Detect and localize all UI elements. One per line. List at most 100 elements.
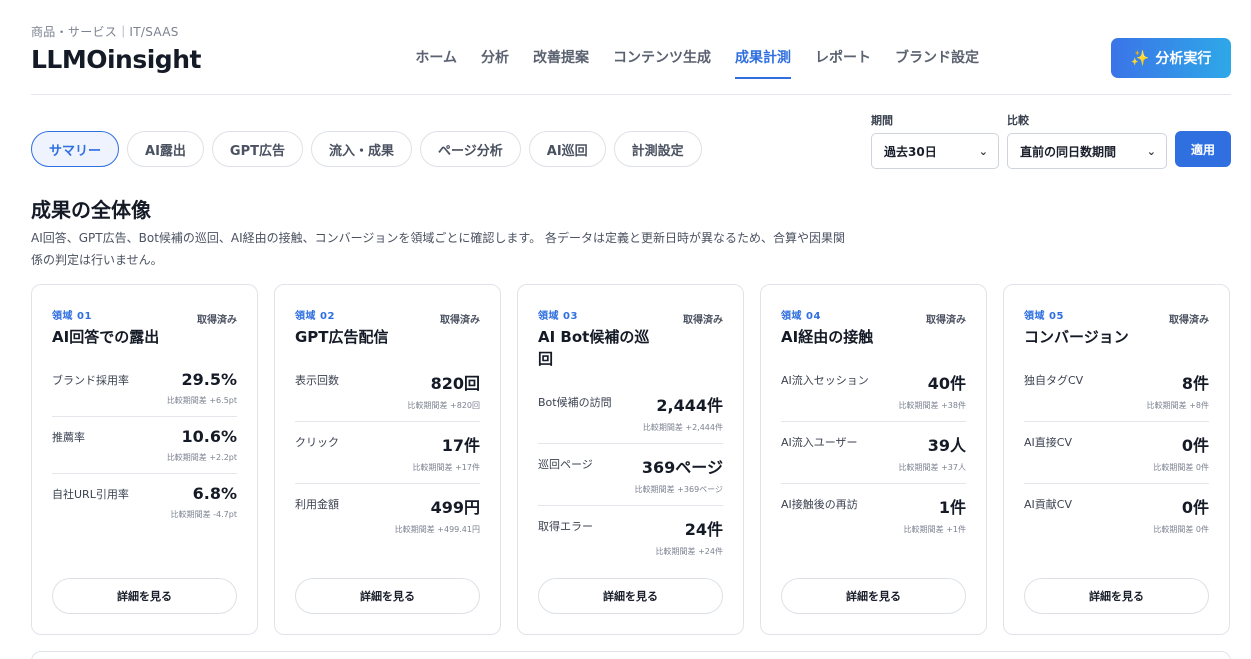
domain-card: 領域 01 AI回答での露出 取得済み ブランド採用率 29.5% 比較期間差 +… bbox=[31, 284, 258, 635]
section-description: AI回答、GPT広告、Bot候補の巡回、AI経由の接触、コンバージョンを領域ごと… bbox=[31, 231, 846, 267]
tab-page-analysis[interactable]: ページ分析 bbox=[420, 131, 521, 167]
brand-title: LLMOinsight bbox=[31, 45, 201, 74]
metric-row: AI流入セッション 40件比較期間差 +38件 bbox=[781, 360, 966, 422]
tab-ai-crawl[interactable]: AI巡回 bbox=[528, 131, 606, 167]
domain-card: 領域 04 AI経由の接触 取得済み AI流入セッション 40件比較期間差 +3… bbox=[760, 284, 987, 635]
status-badge: 取得済み bbox=[683, 315, 723, 326]
metric-value: 17件 bbox=[441, 436, 480, 455]
metric-value: 40件 bbox=[927, 374, 966, 393]
nav-report[interactable]: レポート bbox=[815, 47, 871, 79]
card-title: AI経由の接触 bbox=[781, 328, 874, 346]
nav-results-measurement[interactable]: 成果計測 bbox=[735, 47, 791, 79]
domain-card: 領域 03 AI Bot候補の巡回 取得済み Bot候補の訪問 2,444件 比較… bbox=[517, 284, 744, 635]
metric-delta: 比較期間差 0件 bbox=[1153, 525, 1209, 534]
apply-button[interactable]: 適用 bbox=[1175, 131, 1231, 167]
status-badge: 取得済み bbox=[926, 315, 966, 326]
metric-row: AI流入ユーザー 39人 比較期間差 +37人 bbox=[781, 422, 966, 484]
metric-name: AI接触後の再訪 bbox=[781, 498, 858, 511]
view-details-button[interactable]: 詳細を見る bbox=[781, 578, 966, 614]
metric-row: 利用金額 499円比較期間差 +499.41円 bbox=[295, 484, 480, 545]
main-nav: ホーム 分析 改善提案 コンテンツ生成 成果計測 レポート ブランド設定 bbox=[415, 47, 979, 79]
domain-number: 領域 04 bbox=[781, 311, 821, 322]
metric-name: クリック bbox=[295, 436, 339, 449]
metric-row: AI接触後の再訪 1件 比較期間差 +1件 bbox=[781, 484, 966, 545]
metric-value: 499円 bbox=[430, 498, 480, 517]
chevron-down-icon: ⌄ bbox=[1146, 144, 1156, 158]
metric-name: ブランド採用率 bbox=[52, 374, 129, 387]
metric-name: Bot候補の訪問 bbox=[538, 396, 612, 409]
metric-value: 6.8% bbox=[192, 484, 237, 503]
metric-name: 独自タグCV bbox=[1024, 374, 1084, 387]
nav-home[interactable]: ホーム bbox=[415, 47, 457, 79]
metric-name: 巡回ページ bbox=[538, 458, 593, 471]
tab-ai-exposure[interactable]: AI露出 bbox=[127, 131, 204, 167]
metric-value: 29.5% bbox=[181, 370, 237, 389]
status-badge: 取得済み bbox=[197, 315, 237, 326]
nav-improvement[interactable]: 改善提案 bbox=[533, 47, 589, 79]
compare-value: 直前の同日数期間 bbox=[1020, 144, 1117, 159]
metric-delta: 比較期間差 -4.7pt bbox=[170, 510, 237, 519]
run-analysis-button[interactable]: ✨ 分析実行 bbox=[1111, 38, 1231, 78]
metric-delta: 比較期間差 +24件 bbox=[655, 547, 723, 556]
section-title: 成果の全体像 bbox=[31, 198, 151, 222]
view-details-button[interactable]: 詳細を見る bbox=[295, 578, 480, 614]
metric-name: 利用金額 bbox=[295, 498, 339, 511]
app-header: 商品・サービス｜IT/SAAS LLMOinsight ホーム 分析 改善提案 … bbox=[31, 0, 1231, 95]
metric-delta: 比較期間差 +2,444件 bbox=[642, 423, 723, 432]
metric-value: 0件 bbox=[1181, 436, 1209, 455]
tab-traffic-results[interactable]: 流入・成果 bbox=[311, 131, 413, 167]
tab-summary[interactable]: サマリー bbox=[31, 131, 120, 167]
status-badge: 取得済み bbox=[440, 315, 480, 326]
category-label: 商品・サービス｜IT/SAAS bbox=[31, 25, 179, 39]
domain-card: 領域 05 コンバージョン 取得済み 独自タグCV 8件比較期間差 +8件 AI… bbox=[1003, 284, 1230, 635]
metric-row: Bot候補の訪問 2,444件 比較期間差 +2,444件 bbox=[538, 382, 723, 444]
card-title: AI Bot候補の巡回 bbox=[538, 328, 650, 368]
metric-delta: 比較期間差 +499.41円 bbox=[394, 525, 480, 534]
metric-name: 推薦率 bbox=[52, 431, 85, 444]
metric-name: AI流入ユーザー bbox=[781, 436, 858, 449]
status-badge: 取得済み bbox=[1169, 315, 1209, 326]
metric-row: 自社URL引用率 6.8% 比較期間差 -4.7pt bbox=[52, 474, 237, 530]
domain-card: 領域 02 GPT広告配信 取得済み 表示回数 820回 比較期間差 +820回 … bbox=[274, 284, 501, 635]
metric-row: ブランド採用率 29.5% 比較期間差 +6.5pt bbox=[52, 360, 237, 417]
compare-label: 比較 bbox=[1007, 114, 1029, 127]
metric-name: AI流入セッション bbox=[781, 374, 869, 387]
domain-number: 領域 05 bbox=[1024, 311, 1064, 322]
metric-value: 8件 bbox=[1181, 374, 1209, 393]
metric-delta: 比較期間差 +37人 bbox=[898, 463, 966, 472]
period-select[interactable]: 過去30日 ⌄ bbox=[871, 133, 999, 169]
metric-name: AI貢献CV bbox=[1024, 498, 1072, 511]
metric-name: 自社URL引用率 bbox=[52, 488, 129, 501]
view-details-button[interactable]: 詳細を見る bbox=[1024, 578, 1209, 614]
metric-row: 巡回ページ 369ページ 比較期間差 +369ページ bbox=[538, 444, 723, 506]
metric-delta: 比較期間差 +38件 bbox=[898, 401, 966, 410]
metric-row: AI貢献CV 0件 比較期間差 0件 bbox=[1024, 484, 1209, 545]
nav-brand-settings[interactable]: ブランド設定 bbox=[895, 47, 979, 79]
metric-delta: 比較期間差 +2.2pt bbox=[166, 453, 237, 462]
nav-analysis[interactable]: 分析 bbox=[481, 47, 509, 79]
card-title: AI回答での露出 bbox=[52, 328, 160, 346]
metric-value: 820回 bbox=[430, 374, 480, 393]
period-filter: 期間 過去30日 ⌄ bbox=[871, 112, 999, 169]
metric-value: 24件 bbox=[684, 520, 723, 539]
nav-content-generation[interactable]: コンテンツ生成 bbox=[613, 47, 711, 79]
domain-number: 領域 03 bbox=[538, 311, 578, 322]
metric-value: 1件 bbox=[938, 498, 966, 517]
metric-value: 10.6% bbox=[181, 427, 237, 446]
card-title: コンバージョン bbox=[1024, 328, 1129, 346]
period-value: 過去30日 bbox=[884, 144, 937, 159]
metric-row: 表示回数 820回 比較期間差 +820回 bbox=[295, 360, 480, 422]
metric-name: AI直接CV bbox=[1024, 436, 1072, 449]
card-title: GPT広告配信 bbox=[295, 328, 389, 346]
compare-select[interactable]: 直前の同日数期間 ⌄ bbox=[1007, 133, 1167, 169]
tab-gpt-ads[interactable]: GPT広告 bbox=[211, 131, 303, 167]
metric-name: 取得エラー bbox=[538, 520, 593, 533]
domain-cards: 領域 01 AI回答での露出 取得済み ブランド採用率 29.5% 比較期間差 +… bbox=[31, 284, 1230, 635]
sub-tabs: サマリー AI露出 GPT広告 流入・成果 ページ分析 AI巡回 計測設定 bbox=[31, 131, 702, 167]
view-details-button[interactable]: 詳細を見る bbox=[52, 578, 237, 614]
compare-filter: 比較 直前の同日数期間 ⌄ bbox=[1007, 112, 1167, 169]
tab-measurement-settings[interactable]: 計測設定 bbox=[613, 131, 702, 167]
metric-delta: 比較期間差 +8件 bbox=[1146, 401, 1209, 410]
view-details-button[interactable]: 詳細を見る bbox=[538, 578, 723, 614]
metric-delta: 比較期間差 +820回 bbox=[407, 401, 480, 410]
